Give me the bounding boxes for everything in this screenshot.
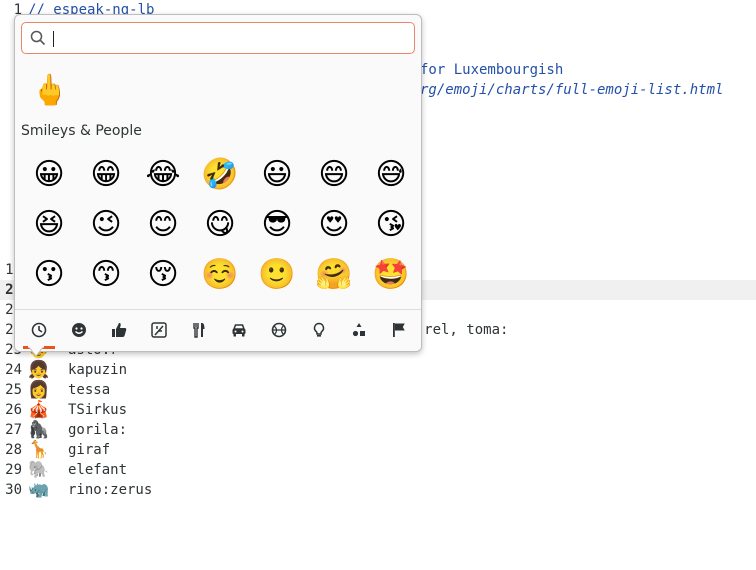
emoji-button[interactable]: 😀: [21, 150, 77, 200]
line-number: 26: [5, 402, 22, 418]
emoji-button[interactable]: 🤩: [363, 250, 419, 300]
emoji-button[interactable]: 😶: [249, 300, 305, 308]
line-emoji: 👧: [28, 360, 50, 380]
editor-line[interactable]: 25 👩 tessa: [0, 380, 756, 400]
emoji-button[interactable]: 🤗: [306, 250, 362, 300]
line-number: 24: [5, 362, 22, 378]
line-word: kapuzin: [68, 362, 128, 378]
line-emoji: 👩: [28, 380, 50, 400]
smiley-icon: [71, 320, 87, 338]
emoji-button[interactable]: 😊: [135, 200, 191, 250]
emoji-search-input[interactable]: [52, 28, 402, 48]
line-emoji: 🐘: [28, 460, 50, 480]
emoji-button[interactable]: 🤨: [78, 300, 134, 308]
recent-emoji-button[interactable]: 🖕: [31, 73, 68, 108]
search-icon: [30, 30, 46, 50]
people-tab[interactable]: [101, 314, 137, 344]
emoji-button[interactable]: 😍: [306, 200, 362, 250]
emoji-button[interactable]: 😏: [363, 300, 419, 308]
line-text: for Luxembourgish: [420, 62, 564, 78]
line-number: 27: [5, 422, 22, 438]
emoji-button[interactable]: 😚: [135, 250, 191, 300]
nature-tab[interactable]: [141, 314, 177, 344]
emoji-button[interactable]: 😉: [78, 200, 134, 250]
line-emoji: 🦏: [28, 480, 50, 500]
text-cursor: [53, 31, 54, 47]
line-word: tessa: [68, 382, 111, 398]
editor-line[interactable]: 29 🐘 elefant: [0, 460, 756, 480]
objects-tab[interactable]: [301, 314, 337, 344]
emoji-button[interactable]: 😗: [21, 250, 77, 300]
emoji-button[interactable]: 😄: [306, 150, 362, 200]
emoji-button[interactable]: 😅: [363, 150, 419, 200]
leaf-icon: [151, 320, 167, 338]
fork-knife-icon: [191, 320, 207, 338]
food-tab[interactable]: [181, 314, 217, 344]
recent-tab[interactable]: [21, 314, 57, 349]
symbols-icon: [351, 320, 367, 338]
line-emoji: 🎪: [28, 400, 50, 420]
symbols-tab[interactable]: [341, 314, 377, 344]
lightbulb-icon: [311, 320, 327, 338]
flags-tab[interactable]: [381, 314, 417, 344]
emoji-button[interactable]: 😁: [78, 150, 134, 200]
emoji-button[interactable]: 😘: [363, 200, 419, 250]
line-word: giraf: [68, 442, 111, 458]
emoji-button[interactable]: 😎: [249, 200, 305, 250]
category-tab-bar: [15, 309, 421, 351]
ball-icon: [271, 320, 287, 338]
recent-emoji-list: 🖕: [31, 73, 68, 109]
editor-line[interactable]: 26 🎪 TSirkus: [0, 400, 756, 420]
line-word: elefant: [68, 462, 128, 478]
line-word: TSirkus: [68, 402, 128, 418]
thumbs-up-icon: [111, 320, 127, 338]
editor-line[interactable]: 27 🦍 gorila:: [0, 420, 756, 440]
emoji-grid: 😀😁😂🤣😃😄😅 😆😉😊😋😎😍😘 😗😙😚☺️🙂🤗🤩 🤔🤨😐😑😶🙄😏: [15, 150, 421, 308]
emoji-button[interactable]: ☺️: [192, 250, 248, 300]
editor-line[interactable]: 30 🦏 rino:zerus: [0, 480, 756, 500]
line-word: rino:zerus: [68, 482, 153, 498]
emoji-button[interactable]: 😋: [192, 200, 248, 250]
smileys-tab[interactable]: [61, 314, 97, 344]
emoji-button[interactable]: 🤔: [21, 300, 77, 308]
car-icon: [231, 320, 247, 338]
emoji-search-field[interactable]: [21, 22, 415, 54]
activities-tab[interactable]: [261, 314, 297, 344]
emoji-button[interactable]: 😆: [21, 200, 77, 250]
emoji-button[interactable]: 🙂: [249, 250, 305, 300]
line-text: rg/emoji/charts/full-emoji-list.html: [420, 82, 724, 98]
line-number: 30: [5, 482, 22, 498]
emoji-button[interactable]: 😐: [135, 300, 191, 308]
emoji-button[interactable]: 🙄: [306, 300, 362, 308]
emoji-chooser-popover: 🖕 Smileys & People 😀 😁 😂 🤣 😃 😄 😅 😆 😉 😊 😋 😎 😍 😘 😗 😙 😚 ☺️ 🙂 🤗…: [14, 14, 422, 352]
line-emoji: 🦍: [28, 420, 50, 440]
emoji-button[interactable]: 🤣: [192, 150, 248, 200]
line-emoji: 🦒: [28, 440, 50, 460]
line-number: 29: [5, 462, 22, 478]
line-word: gorila:: [68, 422, 128, 438]
emoji-button[interactable]: 😙: [78, 250, 134, 300]
emoji-button[interactable]: 😂: [135, 150, 191, 200]
popover-pointer-arrow: [28, 346, 44, 357]
clock-icon: [31, 320, 47, 338]
travel-tab[interactable]: [221, 314, 257, 344]
emoji-button[interactable]: 😑: [192, 300, 248, 308]
editor-line[interactable]: 28 🦒 giraf: [0, 440, 756, 460]
section-title: Smileys & People: [21, 123, 142, 139]
line-number: 25: [5, 382, 22, 398]
emoji-button[interactable]: 😃: [249, 150, 305, 200]
editor-line[interactable]: 24 👧 kapuzin: [0, 360, 756, 380]
flag-icon: [391, 320, 407, 338]
line-number: 28: [5, 442, 22, 458]
